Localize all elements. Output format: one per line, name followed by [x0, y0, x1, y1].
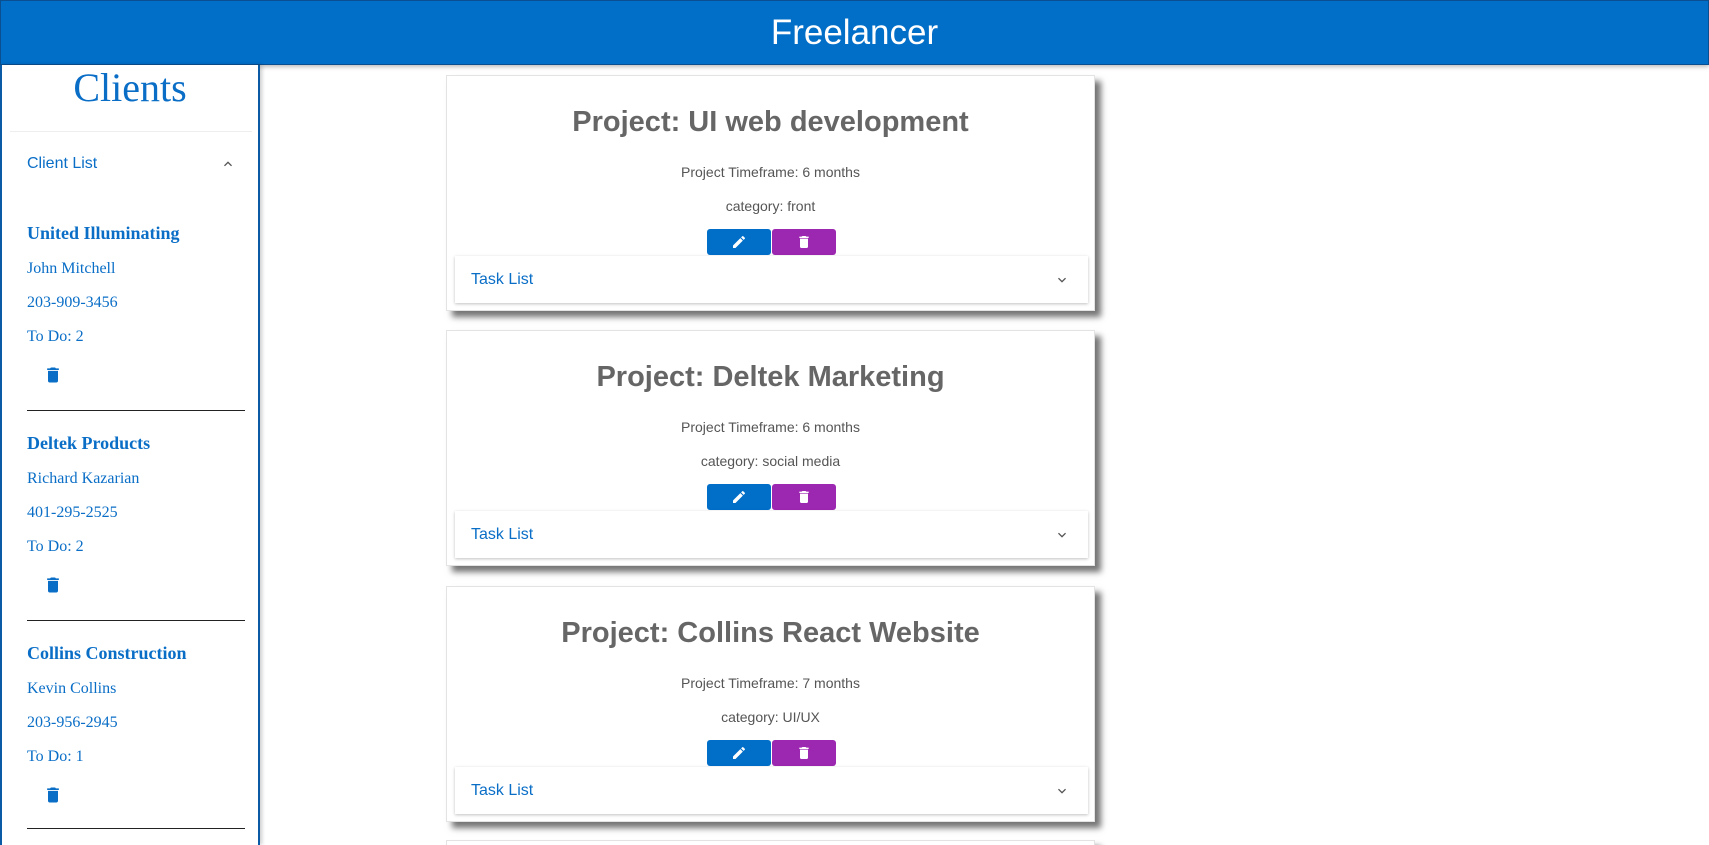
edit-project-button[interactable] [707, 740, 771, 766]
project-title: Project: UI web development [572, 106, 969, 138]
delete-project-button[interactable] [772, 740, 836, 766]
trash-icon [799, 236, 809, 248]
client-todo: To Do: 2 [27, 538, 84, 555]
chevron-up-icon [224, 160, 232, 166]
client-todo: To Do: 1 [27, 748, 84, 765]
project-category: category: front [725, 198, 816, 214]
client-list-label: Client List [27, 154, 98, 172]
delete-project-button[interactable] [772, 484, 836, 510]
client-name: United Illuminating [27, 223, 180, 243]
client-phone: 203-956-2945 [27, 714, 118, 731]
edit-project-button[interactable] [707, 484, 771, 510]
project-actions [707, 740, 836, 766]
client-contact: Kevin Collins [27, 680, 117, 697]
delete-project-button[interactable] [772, 229, 836, 255]
pencil-icon [733, 235, 746, 248]
app-bar: Freelancer [0, 0, 1709, 65]
task-list-label: Task List [471, 781, 534, 799]
task-list-toggle[interactable]: Task List [455, 767, 1088, 814]
trash-icon[interactable] [43, 575, 63, 595]
trash-icon [799, 747, 809, 759]
trash-icon [799, 491, 809, 503]
chevron-down-icon [1058, 788, 1066, 794]
sidebar-title: Clients [73, 65, 187, 110]
project-category: category: UI/UX [721, 709, 820, 725]
pencil-icon [733, 490, 746, 503]
project-title: Project: Deltek Marketing [596, 361, 945, 393]
client-divider [27, 620, 245, 621]
client-list-toggle[interactable]: Client List [10, 131, 252, 195]
client-contact: John Mitchell [27, 260, 116, 277]
project-timeframe: Project Timeframe: 6 months [681, 164, 860, 180]
project-card: Project: Collins React Website Project T… [446, 586, 1095, 822]
task-list-toggle[interactable]: Task List [455, 511, 1088, 558]
client-contact: Richard Kazarian [27, 470, 140, 487]
client-phone: 203-909-3456 [27, 294, 118, 311]
project-card: Project: UI web development Project Time… [446, 75, 1095, 311]
client-divider [27, 410, 245, 411]
task-list-label: Task List [471, 525, 534, 543]
client-name: Collins Construction [27, 643, 187, 663]
project-timeframe: Project Timeframe: 7 months [681, 675, 860, 691]
chevron-down-icon [1058, 532, 1066, 538]
client-sidebar: Clients Client List United Illuminating … [0, 65, 260, 845]
project-card-partial [446, 840, 1095, 845]
app-title: Freelancer [770, 12, 939, 52]
project-actions [707, 484, 836, 510]
project-card: Project: Deltek Marketing Project Timefr… [446, 330, 1095, 566]
client-divider [27, 828, 245, 829]
client-todo: To Do: 2 [27, 328, 84, 345]
project-actions [707, 229, 836, 255]
task-list-label: Task List [471, 270, 534, 288]
task-list-toggle[interactable]: Task List [455, 256, 1088, 303]
project-timeframe: Project Timeframe: 6 months [681, 419, 860, 435]
chevron-down-icon [1058, 277, 1066, 283]
client-name: Deltek Products [27, 433, 151, 453]
project-title: Project: Collins React Website [561, 617, 980, 649]
trash-icon[interactable] [43, 365, 63, 385]
trash-icon[interactable] [43, 785, 63, 805]
pencil-icon [733, 746, 746, 759]
project-category: category: social media [700, 453, 841, 469]
edit-project-button[interactable] [707, 229, 771, 255]
client-phone: 401-295-2525 [27, 504, 118, 521]
